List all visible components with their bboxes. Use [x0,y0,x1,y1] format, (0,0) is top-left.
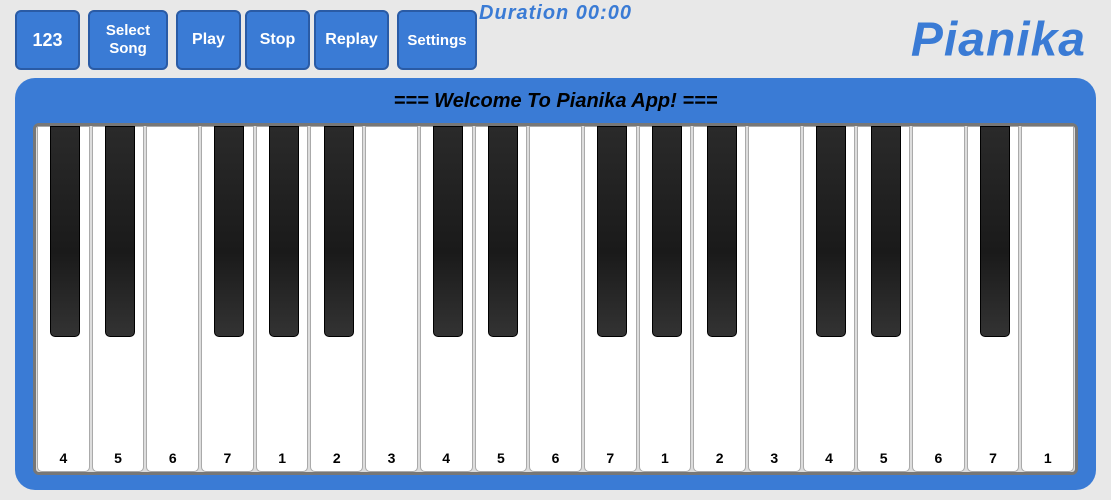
keyboard-wrapper: 4567123456712345671 [33,123,1078,475]
black-key[interactable] [433,126,463,337]
black-key[interactable] [652,126,682,337]
play-button[interactable]: Play [176,10,241,70]
white-key[interactable]: 6 [529,126,582,472]
black-key[interactable] [105,126,135,337]
black-key[interactable] [488,126,518,337]
white-keys: 4567123456712345671 [36,126,1075,472]
white-key[interactable]: 3 [365,126,418,472]
black-key[interactable] [324,126,354,337]
white-key[interactable]: 6 [912,126,965,472]
black-key[interactable] [871,126,901,337]
settings-button[interactable]: Settings [397,10,477,70]
duration-display: Duration 00:00 [479,2,632,25]
stop-button[interactable]: Stop [245,10,310,70]
select-song-button[interactable]: SelectSong [88,10,168,70]
black-key[interactable] [980,126,1010,337]
black-key[interactable] [707,126,737,337]
top-bar: Duration 00:00 123 SelectSong Play Stop … [15,10,1096,70]
app-title: Pianika [911,13,1086,68]
white-key[interactable]: 1 [1021,126,1074,472]
white-key[interactable]: 3 [748,126,801,472]
black-key[interactable] [597,126,627,337]
black-key[interactable] [816,126,846,337]
num-button[interactable]: 123 [15,10,80,70]
piano-container: === Welcome To Pianika App! === 45671234… [15,78,1096,490]
black-key[interactable] [214,126,244,337]
black-key[interactable] [269,126,299,337]
replay-button[interactable]: Replay [314,10,389,70]
white-key[interactable]: 6 [146,126,199,472]
welcome-text: === Welcome To Pianika App! === [394,90,718,113]
black-key[interactable] [50,126,80,337]
